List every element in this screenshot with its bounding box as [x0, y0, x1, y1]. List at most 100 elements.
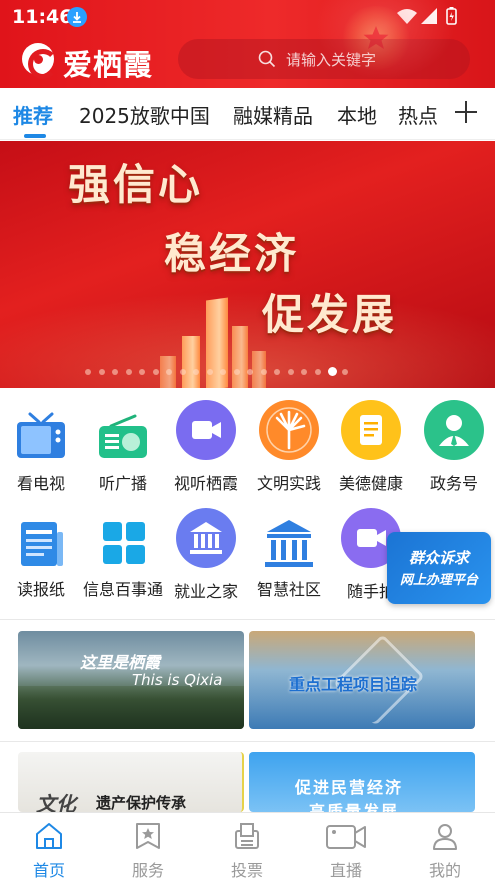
card-key-projects[interactable]: 重点工程项目追踪: [249, 631, 475, 729]
divider: [0, 741, 495, 742]
public-appeal-platform-button[interactable]: 群众诉求 网上办理平台: [387, 532, 491, 604]
video-icon: [176, 400, 236, 460]
card-caption: 遗产保护传承: [96, 794, 187, 812]
banner-line-1: 强信心: [68, 160, 204, 209]
carousel-dot[interactable]: [112, 369, 118, 375]
nav-label: 我的: [428, 861, 461, 880]
carousel-dot[interactable]: [341, 369, 348, 375]
landscape-graphic: [18, 686, 244, 729]
card-heritage[interactable]: 文化 遗产保护传承: [18, 752, 244, 812]
palm-icon: [259, 400, 319, 460]
card-caption: 这里是栖霞: [80, 653, 161, 672]
nav-label: 直播: [329, 861, 362, 880]
card-this-is-qixia[interactable]: 这里是栖霞 This is Qixia: [18, 631, 244, 729]
nav-service[interactable]: 服务: [113, 819, 183, 880]
radio-icon: [99, 414, 147, 458]
app-name: 爱栖霞: [63, 48, 154, 82]
tab-media-selection[interactable]: 融媒精品: [233, 100, 313, 129]
card-private-economy[interactable]: 促进民营经济 高质量发展: [249, 752, 475, 812]
status-time: 11:46: [12, 6, 73, 28]
building-graphic: [182, 336, 200, 388]
nav-live[interactable]: 直播: [311, 819, 381, 880]
carousel-dot[interactable]: [233, 369, 240, 375]
service-civilization[interactable]: 文明实践: [249, 400, 329, 496]
service-watch-tv[interactable]: 看电视: [1, 408, 81, 504]
download-icon: [67, 7, 87, 27]
card-caption: 重点工程项目追踪: [289, 675, 418, 694]
search-placeholder: 请输入关键字: [286, 50, 377, 69]
service-government[interactable]: 政务号: [414, 400, 494, 496]
vote-icon: [235, 823, 259, 849]
carousel-dot[interactable]: [98, 369, 105, 375]
card-caption-sub: 高质量发展: [309, 802, 400, 812]
bottom-navigation: 首页 服务 投票 直播 我的: [0, 812, 495, 880]
service-employment[interactable]: 就业之家: [166, 508, 246, 604]
service-virtue-health[interactable]: 美德健康: [331, 400, 411, 496]
add-channel-icon[interactable]: [454, 100, 478, 124]
emblem-icon: [340, 6, 412, 70]
carousel-dot[interactable]: [314, 369, 321, 375]
carousel-dot[interactable]: [287, 369, 294, 375]
person-icon: [424, 400, 484, 460]
newspaper-icon: [21, 522, 63, 566]
tab-recommend[interactable]: 推荐: [13, 100, 53, 129]
profile-icon: [433, 824, 457, 850]
app-logo-icon: [22, 43, 58, 79]
live-icon: [326, 825, 366, 849]
service-qixia-video[interactable]: 视听栖霞: [166, 400, 246, 496]
search-icon: [258, 50, 276, 68]
carousel-dot[interactable]: [179, 369, 186, 375]
tab-2025-song[interactable]: 2025放歌中国: [79, 100, 210, 129]
service-info[interactable]: 信息百事通: [83, 514, 163, 610]
grid-icon: [103, 522, 145, 564]
carousel-dot[interactable]: [247, 369, 253, 375]
carousel-dot[interactable]: [166, 369, 172, 375]
service-label: 政务号: [429, 474, 478, 493]
service-newspaper[interactable]: 读报纸: [1, 514, 81, 610]
card-caption-sub: This is Qixia: [132, 671, 223, 689]
nav-label: 服务: [131, 861, 164, 880]
carousel-dot[interactable]: [328, 367, 337, 376]
nav-profile[interactable]: 我的: [410, 819, 480, 880]
app-header: 11:46 爱栖霞 请输入关键字: [0, 0, 495, 88]
float-card-title: 群众诉求: [408, 549, 469, 567]
nav-label: 投票: [230, 861, 263, 880]
service-smart-community[interactable]: 智慧社区: [249, 514, 329, 610]
home-icon: [36, 823, 62, 849]
float-card-subtitle: 网上办理平台: [399, 573, 478, 588]
nav-vote[interactable]: 投票: [212, 819, 282, 880]
channel-tabs: 推荐 2025放歌中国 融媒精品 本地 热点: [0, 88, 495, 140]
banner-line-2: 稳经济: [164, 229, 300, 278]
tab-hotspot[interactable]: 热点: [398, 100, 438, 129]
tab-indicator: [24, 134, 46, 138]
search-input[interactable]: 请输入关键字: [178, 39, 470, 79]
tab-local[interactable]: 本地: [337, 100, 377, 129]
carousel-dot[interactable]: [206, 369, 213, 375]
tv-icon: [17, 412, 65, 458]
document-icon: [341, 400, 401, 460]
banner-carousel[interactable]: 强信心 稳经济 促发展: [0, 141, 495, 388]
banner-line-3: 促发展: [262, 290, 398, 339]
building-graphic: [232, 326, 248, 388]
status-icons: [395, 6, 465, 26]
carousel-dot[interactable]: [260, 369, 267, 375]
card-caption: 促进民营经济: [295, 778, 404, 797]
carousel-dot[interactable]: [152, 369, 159, 375]
carousel-dot[interactable]: [274, 369, 280, 375]
card-caption-prefix: 文化: [36, 792, 76, 812]
carousel-dot[interactable]: [85, 369, 91, 375]
service-icon: [136, 823, 160, 849]
carousel-dot[interactable]: [301, 369, 307, 375]
carousel-indicator: [85, 367, 395, 377]
building-icon: [265, 520, 313, 567]
wifi-signal-battery-icon: [397, 7, 457, 25]
bank-icon: [176, 508, 236, 568]
carousel-dot[interactable]: [220, 369, 226, 375]
service-radio[interactable]: 听广播: [83, 408, 163, 504]
carousel-dot[interactable]: [139, 369, 145, 375]
nav-label: 首页: [32, 861, 65, 880]
nav-home[interactable]: 首页: [14, 819, 84, 880]
carousel-dot[interactable]: [125, 369, 132, 375]
carousel-dot[interactable]: [193, 369, 199, 375]
divider: [0, 619, 495, 620]
